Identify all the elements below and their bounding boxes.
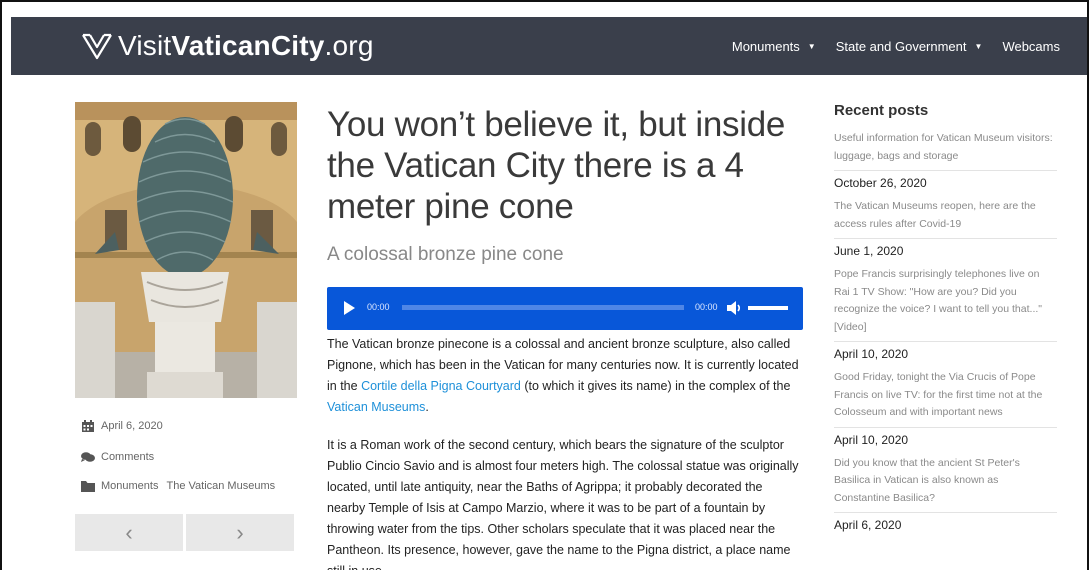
article-paragraph: It is a Roman work of the second century… bbox=[327, 438, 799, 570]
logo-prefix: Visit bbox=[118, 30, 172, 61]
category-link[interactable]: Monuments bbox=[101, 480, 158, 492]
article-subtitle: A colossal bronze pine cone bbox=[327, 244, 564, 265]
logo-bold: VaticanCity bbox=[171, 30, 325, 61]
calendar-icon bbox=[82, 420, 94, 432]
paragraph-text: . bbox=[425, 400, 429, 414]
cortile-della-pigna-link[interactable]: Cortile della Pigna Courtyard bbox=[361, 379, 521, 393]
folder-icon bbox=[81, 481, 95, 492]
play-icon[interactable] bbox=[344, 301, 355, 315]
previous-post-button[interactable]: ‹ bbox=[75, 514, 183, 551]
nav-item-monuments[interactable]: Monuments ▼ bbox=[732, 39, 816, 54]
recent-post-date: April 10, 2020 bbox=[834, 426, 1057, 449]
recent-posts-sidebar: Recent posts Useful information for Vati… bbox=[834, 102, 1057, 540]
site-logo[interactable]: Visit VaticanCity .org bbox=[81, 29, 374, 63]
recent-post-link[interactable]: Pope Francis surprisingly telephones liv… bbox=[834, 266, 1057, 336]
nav-item-state-and-government[interactable]: State and Government ▼ bbox=[836, 39, 983, 54]
article-paragraph: The Vatican bronze pinecone is a colossa… bbox=[327, 334, 803, 418]
recent-post-link[interactable]: Did you know that the ancient St Peter's… bbox=[834, 455, 1057, 508]
chevron-left-icon: ‹ bbox=[125, 519, 133, 545]
recent-post-date: October 26, 2020 bbox=[834, 170, 1057, 192]
recent-post-link[interactable]: Good Friday, tonight the Via Crucis of P… bbox=[834, 369, 1057, 422]
recent-post-date: June 1, 2020 bbox=[834, 238, 1057, 260]
article-title: You won’t believe it, but inside the Vat… bbox=[327, 105, 786, 226]
post-comments-meta[interactable]: Comments bbox=[81, 451, 154, 463]
paragraph-text: (to which it gives its name) in the comp… bbox=[520, 379, 791, 393]
recent-post-link[interactable]: The Vatican Museums reopen, here are the… bbox=[834, 198, 1057, 233]
post-date: April 6, 2020 bbox=[101, 420, 163, 432]
site-header: Visit VaticanCity .org Monuments ▼ State a… bbox=[11, 17, 1087, 75]
main-nav: Monuments ▼ State and Government ▼ Webca… bbox=[732, 17, 1087, 75]
logo-suffix: .org bbox=[324, 30, 374, 61]
next-post-button[interactable]: › bbox=[186, 514, 294, 551]
audio-player: 00:00 00:00 bbox=[327, 287, 803, 330]
browser-frame: Visit VaticanCity .org Monuments ▼ State a… bbox=[0, 0, 1089, 570]
volume-icon[interactable] bbox=[725, 299, 743, 317]
recent-posts-title: Recent posts bbox=[834, 102, 929, 119]
caret-down-icon: ▼ bbox=[807, 41, 816, 51]
category-link[interactable]: The Vatican Museums bbox=[166, 480, 275, 492]
recent-post-date: April 10, 2020 bbox=[834, 341, 1057, 363]
volume-slider[interactable] bbox=[748, 306, 788, 310]
nav-label: State and Government bbox=[835, 38, 967, 54]
featured-image[interactable] bbox=[75, 102, 297, 398]
audio-progress-bar[interactable] bbox=[402, 305, 684, 310]
article: You won’t believe it, but inside the Vat… bbox=[327, 104, 803, 570]
nav-label: Webcams bbox=[1002, 38, 1060, 54]
chevron-right-icon: › bbox=[236, 519, 244, 545]
vaticancity-logo-icon bbox=[82, 33, 112, 60]
nav-item-webcams[interactable]: Webcams bbox=[1002, 39, 1060, 54]
comments-icon bbox=[81, 452, 95, 462]
vatican-museums-link[interactable]: Vatican Museums bbox=[327, 400, 425, 414]
recent-post-link[interactable]: Useful information for Vatican Museum vi… bbox=[834, 130, 1057, 165]
post-categories-meta: Monuments The Vatican Museums bbox=[81, 480, 275, 492]
post-date-meta: April 6, 2020 bbox=[81, 420, 163, 432]
recent-post-date: April 6, 2020 bbox=[834, 512, 1057, 534]
audio-duration: 00:00 bbox=[695, 302, 718, 312]
audio-current-time: 00:00 bbox=[367, 302, 390, 312]
comments-link[interactable]: Comments bbox=[101, 451, 154, 463]
caret-down-icon: ▼ bbox=[974, 41, 983, 51]
pine-cone-image bbox=[75, 102, 297, 398]
nav-label: Monuments bbox=[731, 38, 800, 54]
